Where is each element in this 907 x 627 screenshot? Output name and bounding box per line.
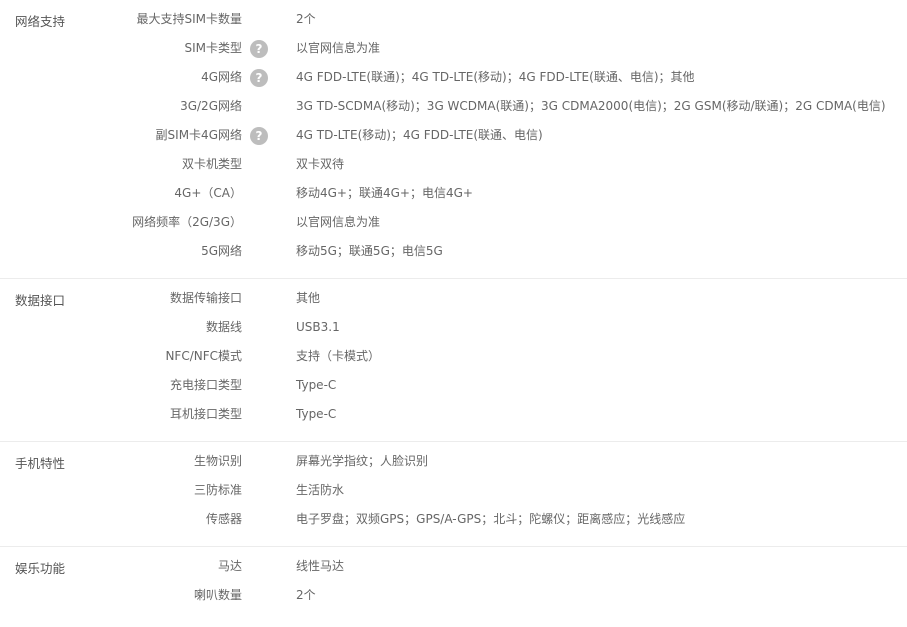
spec-label: 传感器 [205, 512, 242, 526]
spec-row: 3G/2G网络 3G TD-SCDMA(移动)；3G WCDMA(联通)；3G C… [0, 92, 907, 121]
spec-label: 副SIM卡4G网络 [155, 128, 242, 142]
spec-value: 移动5G；联通5G；电信5G [296, 244, 443, 258]
spec-row: 传感器 电子罗盘；双频GPS；GPS/A-GPS；北斗；陀螺仪；距离感应；光线感应 [0, 505, 907, 534]
spec-label: 5G网络 [201, 244, 242, 258]
spec-value: 移动4G+；联通4G+；电信4G+ [296, 186, 473, 200]
spec-value: 3G TD-SCDMA(移动)；3G WCDMA(联通)；3G CDMA2000… [296, 99, 886, 113]
spec-label: 三防标准 [193, 483, 242, 497]
spec-value: Type-C [296, 378, 337, 392]
spec-label: 数据传输接口 [169, 291, 242, 305]
question-circle-icon[interactable]: ? [250, 69, 268, 87]
spec-label: SIM卡类型 [184, 41, 242, 55]
spec-group: 数据接口 数据传输接口 其他 数据线 USB3.1 NFC/NFC模式 支持（卡模式） 充电接… [0, 279, 907, 442]
spec-value: 4G FDD-LTE(联通)；4G TD-LTE(移动)；4G FDD-LTE(… [296, 70, 695, 84]
spec-label: 3G/2G网络 [180, 99, 242, 113]
spec-row: 5G网络 移动5G；联通5G；电信5G [0, 237, 907, 266]
question-circle-icon[interactable]: ? [250, 127, 268, 145]
spec-row: 数据线 USB3.1 [0, 313, 907, 342]
spec-label: 4G网络 [201, 70, 242, 84]
spec-group: 网络支持 最大支持SIM卡数量 2个 SIM卡类型? 以官网信息为准 4G网络? 4G FD… [0, 0, 907, 279]
spec-row: 喇叭数量 2个 [0, 581, 907, 610]
spec-label: 4G+（CA） [174, 186, 242, 200]
spec-label: 生物识别 [193, 454, 242, 468]
spec-value: 2个 [296, 12, 316, 26]
spec-label: 网络频率（2G/3G） [132, 215, 242, 229]
spec-value: 支持（卡模式） [296, 349, 381, 363]
spec-label: 数据线 [205, 320, 242, 334]
spec-label: NFC/NFC模式 [165, 349, 242, 363]
spec-row: 最大支持SIM卡数量 2个 [0, 5, 907, 34]
question-circle-icon[interactable]: ? [250, 40, 268, 58]
spec-group: 娱乐功能 马达 线性马达 喇叭数量 2个 [0, 547, 907, 622]
spec-row: 三防标准 生活防水 [0, 476, 907, 505]
spec-row: 耳机接口类型 Type-C [0, 400, 907, 429]
spec-table: 网络支持 最大支持SIM卡数量 2个 SIM卡类型? 以官网信息为准 4G网络? 4G FD… [0, 0, 907, 622]
spec-value: 电子罗盘；双频GPS；GPS/A-GPS；北斗；陀螺仪；距离感应；光线感应 [296, 512, 686, 526]
spec-label: 最大支持SIM卡数量 [136, 12, 242, 26]
spec-row: 网络频率（2G/3G） 以官网信息为准 [0, 208, 907, 237]
spec-value: 以官网信息为准 [296, 215, 381, 229]
spec-row: NFC/NFC模式 支持（卡模式） [0, 342, 907, 371]
spec-label: 耳机接口类型 [169, 407, 242, 421]
spec-value: Type-C [296, 407, 337, 421]
spec-row: 4G+（CA） 移动4G+；联通4G+；电信4G+ [0, 179, 907, 208]
spec-row: 双卡机类型 双卡双待 [0, 150, 907, 179]
spec-label: 充电接口类型 [169, 378, 242, 392]
spec-value: 其他 [296, 291, 321, 305]
spec-value: 双卡双待 [296, 157, 345, 171]
spec-label: 喇叭数量 [193, 588, 242, 602]
spec-row: 充电接口类型 Type-C [0, 371, 907, 400]
spec-value: 屏幕光学指纹；人脸识别 [296, 454, 429, 468]
spec-row: 4G网络? 4G FDD-LTE(联通)；4G TD-LTE(移动)；4G FDD… [0, 63, 907, 92]
spec-value: 线性马达 [296, 559, 345, 573]
spec-row: 数据传输接口 其他 [0, 284, 907, 313]
spec-row: SIM卡类型? 以官网信息为准 [0, 34, 907, 63]
spec-row: 马达 线性马达 [0, 552, 907, 581]
spec-value: 生活防水 [296, 483, 345, 497]
spec-value: USB3.1 [296, 320, 340, 334]
spec-row: 生物识别 屏幕光学指纹；人脸识别 [0, 447, 907, 476]
spec-value: 2个 [296, 588, 316, 602]
spec-value: 以官网信息为准 [296, 41, 381, 55]
spec-row: 副SIM卡4G网络? 4G TD-LTE(移动)；4G FDD-LTE(联通、电信… [0, 121, 907, 150]
spec-value: 4G TD-LTE(移动)；4G FDD-LTE(联通、电信) [296, 128, 543, 142]
spec-group: 手机特性 生物识别 屏幕光学指纹；人脸识别 三防标准 生活防水 传感器 电子罗盘；双频GPS… [0, 442, 907, 547]
spec-label: 双卡机类型 [181, 157, 242, 171]
spec-label: 马达 [217, 559, 242, 573]
